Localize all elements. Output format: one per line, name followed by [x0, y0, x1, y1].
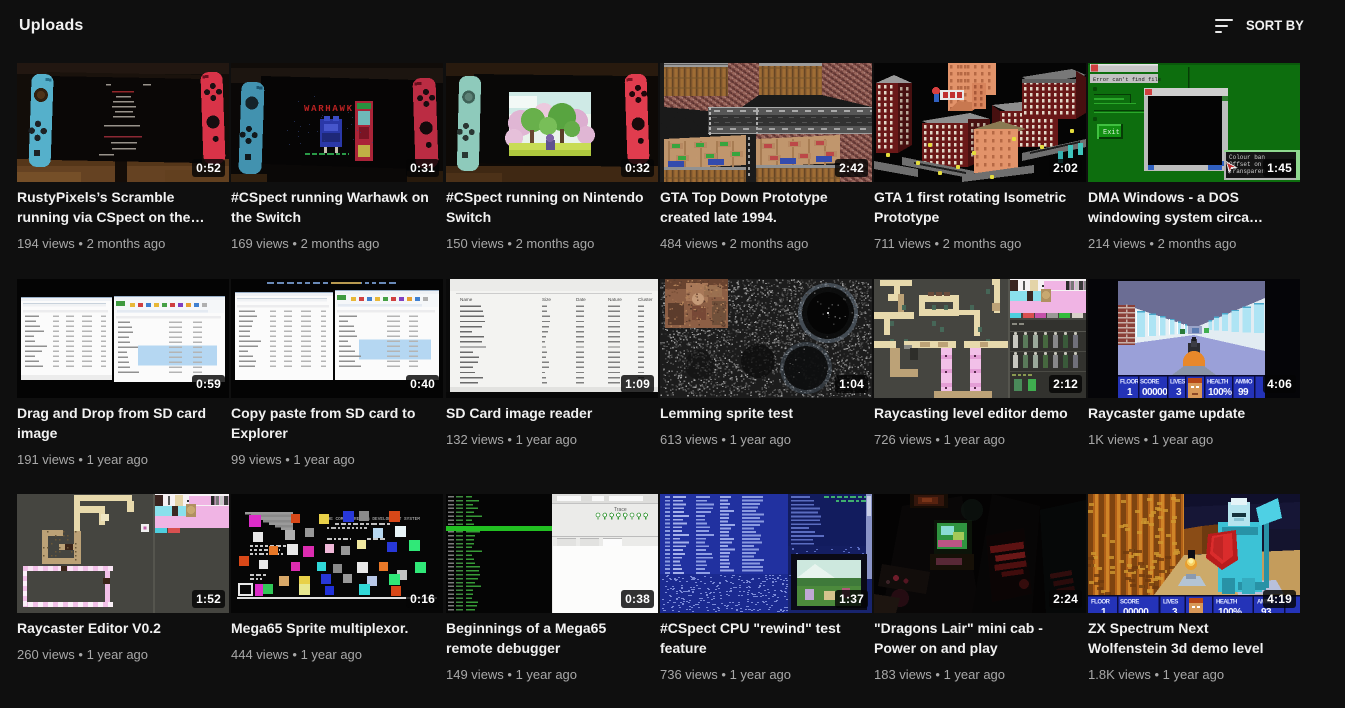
- svg-text:Cluster: Cluster: [638, 297, 653, 302]
- svg-text:Error can't find file: Error can't find file: [1093, 77, 1161, 83]
- svg-text:AMMO: AMMO: [1235, 380, 1253, 386]
- svg-text:Trace: Trace: [614, 507, 627, 513]
- svg-text:SCORE: SCORE: [1140, 380, 1159, 386]
- svg-text:Transparen: Transparen: [1229, 168, 1265, 175]
- svg-text:THE COMMODORE C65 DEVELOPMENT: THE COMMODORE C65 DEVELOPMENT SYSTEM: [325, 517, 420, 522]
- svg-text:HEALTH: HEALTH: [1207, 380, 1228, 386]
- svg-text:Size: Size: [542, 297, 551, 302]
- svg-text:Colour ban: Colour ban: [1229, 154, 1265, 161]
- svg-text:LIVES: LIVES: [1170, 380, 1185, 386]
- svg-text:100%: 100%: [1208, 387, 1232, 398]
- svg-text:Nature: Nature: [608, 297, 622, 302]
- svg-text:Exit: Exit: [1103, 129, 1120, 137]
- svg-text:Name: Name: [460, 297, 473, 302]
- svg-text:FLOOR: FLOOR: [1120, 380, 1140, 386]
- svg-text:00000: 00000: [1142, 387, 1168, 398]
- svg-text:99: 99: [1238, 387, 1249, 398]
- svg-text:Date: Date: [576, 297, 586, 302]
